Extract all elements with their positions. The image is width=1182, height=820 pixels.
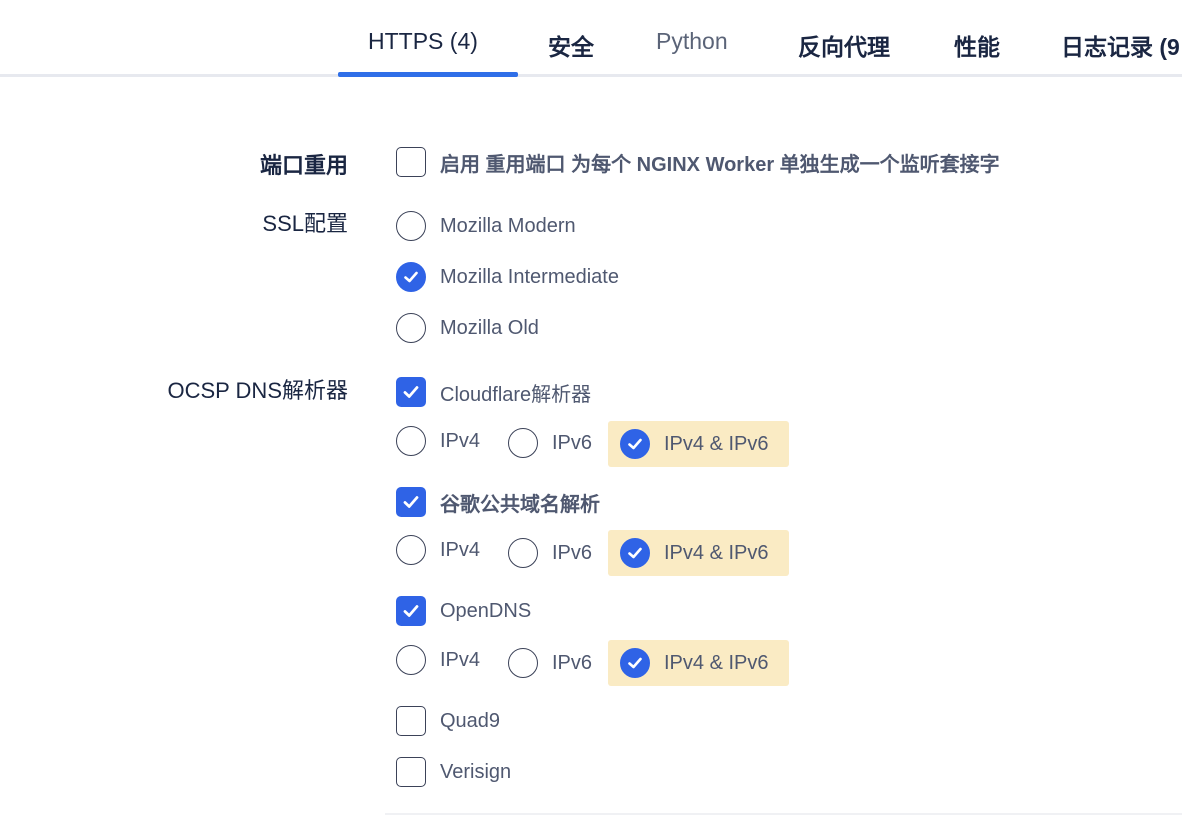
resolver-label: OpenDNS	[440, 599, 532, 622]
radio-circle-checked[interactable]	[620, 429, 650, 459]
ipv6-label: IPv6	[552, 541, 593, 564]
ipv6-label: IPv6	[552, 431, 593, 454]
port-reuse-label: 端口重用	[259, 153, 348, 178]
checkmark-icon	[403, 496, 419, 508]
radio-circle[interactable]	[396, 645, 426, 675]
radio-circle-checked[interactable]	[620, 538, 650, 568]
resolver-cloudflare-checkbox[interactable]: Cloudflare解析器	[396, 377, 591, 407]
checkbox-box-checked[interactable]	[396, 377, 426, 407]
ipv4-label: IPv4	[440, 538, 481, 561]
tab-reverse-proxy[interactable]: 反向代理	[798, 28, 890, 62]
ssl-option-mozilla-intermediate[interactable]: Mozilla Intermediate	[396, 262, 619, 292]
radio-circle-checked[interactable]	[620, 648, 650, 678]
opendns-ipv6-radio[interactable]: IPv6	[508, 648, 592, 678]
tab-security[interactable]: 安全	[548, 28, 594, 62]
radio-circle[interactable]	[396, 313, 426, 343]
tab-performance[interactable]: 性能	[954, 28, 1000, 62]
resolver-google-checkbox[interactable]: 谷歌公共域名解析	[396, 487, 600, 517]
ssl-option-label: Mozilla Intermediate	[440, 265, 619, 288]
opendns-ipv4-radio[interactable]: IPv4	[396, 645, 480, 675]
radio-circle[interactable]	[396, 535, 426, 565]
port-reuse-checkbox-label: 启用 重用端口 为每个 NGINX Worker 单独生成一个监听套接字	[440, 153, 1000, 176]
radio-circle[interactable]	[508, 648, 538, 678]
checkbox-box[interactable]	[396, 706, 426, 736]
tab-python[interactable]: Python	[656, 28, 728, 55]
cloudflare-ipv4-radio[interactable]: IPv4	[396, 426, 480, 456]
ipv4-ipv6-label: IPv4 & IPv6	[664, 651, 769, 674]
resolver-opendns-checkbox[interactable]: OpenDNS	[396, 596, 531, 626]
google-ipv6-radio[interactable]: IPv6	[508, 538, 592, 568]
port-reuse-checkbox[interactable]: 启用 重用端口 为每个 NGINX Worker 单独生成一个监听套接字	[396, 147, 1000, 177]
ipv4-label: IPv4	[440, 429, 481, 452]
tab-https[interactable]: HTTPS (4)	[368, 28, 478, 55]
checkbox-box-checked[interactable]	[396, 487, 426, 517]
google-both-radio[interactable]: IPv4 & IPv6	[620, 538, 769, 568]
radio-circle[interactable]	[508, 538, 538, 568]
radio-circle[interactable]	[508, 428, 538, 458]
checkmark-icon	[403, 605, 419, 617]
opendns-both-radio[interactable]: IPv4 & IPv6	[620, 648, 769, 678]
tab-logging[interactable]: 日志记录 (9	[1061, 28, 1180, 62]
ssl-option-label: Mozilla Old	[440, 316, 539, 339]
section-divider	[385, 813, 1182, 815]
checkmark-icon	[628, 547, 642, 559]
ssl-option-label: Mozilla Modern	[440, 214, 576, 237]
ocsp-dns-label: OCSP DNS解析器	[167, 378, 348, 403]
checkbox-box-checked[interactable]	[396, 596, 426, 626]
resolver-label: Quad9	[440, 709, 501, 732]
resolver-label: Verisign	[440, 760, 512, 783]
ssl-config-label: SSL配置	[262, 211, 348, 236]
google-ipv4-radio[interactable]: IPv4	[396, 535, 480, 565]
resolver-verisign-checkbox[interactable]: Verisign	[396, 757, 511, 787]
radio-circle-checked[interactable]	[396, 262, 426, 292]
checkmark-icon	[628, 657, 642, 669]
radio-circle[interactable]	[396, 426, 426, 456]
ipv4-ipv6-label: IPv4 & IPv6	[664, 541, 769, 564]
checkmark-icon	[628, 438, 642, 450]
checkbox-box[interactable]	[396, 147, 426, 177]
cloudflare-ipv6-radio[interactable]: IPv6	[508, 428, 592, 458]
resolver-label: Cloudflare解析器	[440, 383, 592, 406]
checkmark-icon	[404, 271, 418, 283]
ssl-option-mozilla-old[interactable]: Mozilla Old	[396, 313, 539, 343]
checkbox-box[interactable]	[396, 757, 426, 787]
active-tab-indicator	[338, 72, 518, 77]
ipv6-label: IPv6	[552, 651, 593, 674]
tab-bar: HTTPS (4) 安全 Python 反向代理 性能 日志记录 (9	[0, 0, 1182, 77]
radio-circle[interactable]	[396, 211, 426, 241]
cloudflare-both-radio[interactable]: IPv4 & IPv6	[620, 429, 769, 459]
resolver-label: 谷歌公共域名解析	[440, 493, 600, 516]
resolver-quad9-checkbox[interactable]: Quad9	[396, 706, 500, 736]
checkmark-icon	[403, 386, 419, 398]
ipv4-label: IPv4	[440, 648, 481, 671]
ipv4-ipv6-label: IPv4 & IPv6	[664, 432, 769, 455]
ssl-option-mozilla-modern[interactable]: Mozilla Modern	[396, 211, 576, 241]
